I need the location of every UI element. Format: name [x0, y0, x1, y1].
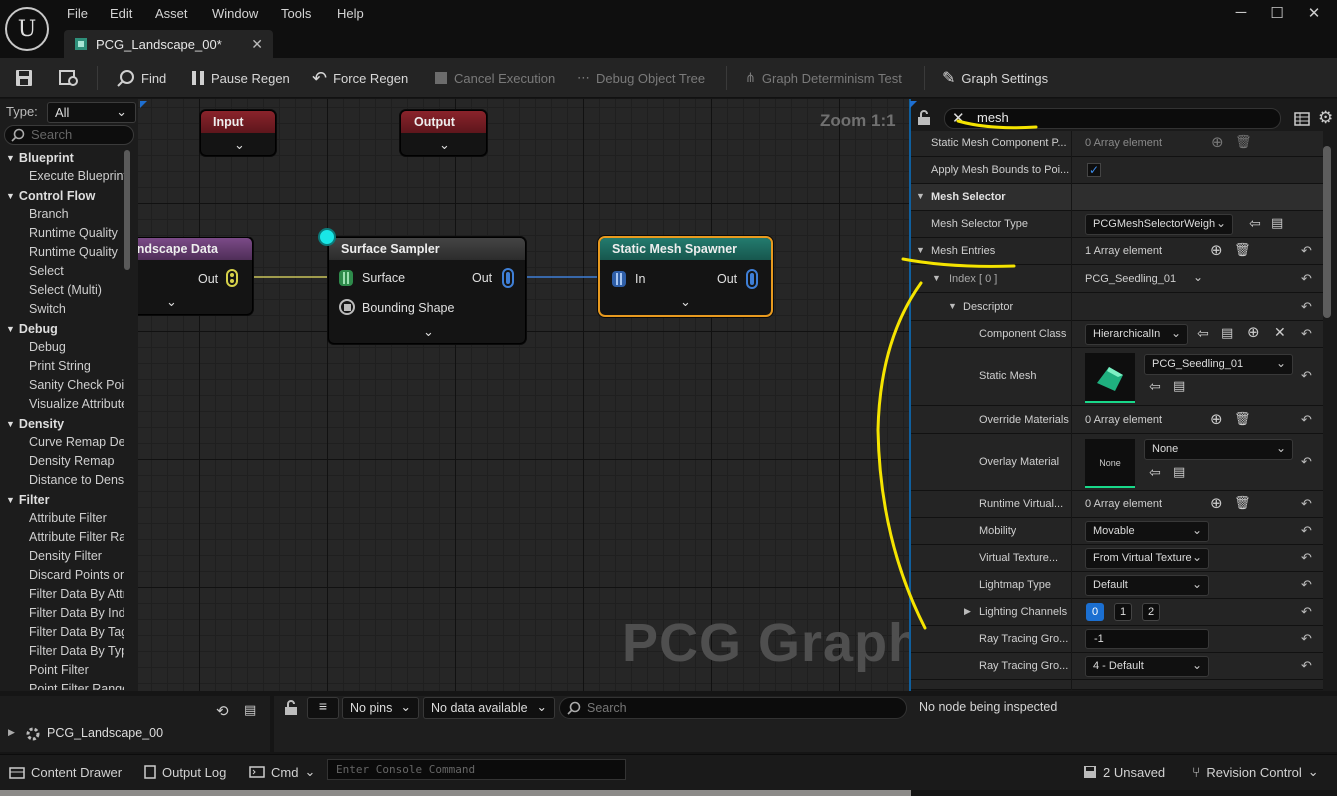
browse-icon[interactable]: ▤: [244, 702, 256, 718]
annotation-underline: [956, 119, 1038, 130]
unsaved-button[interactable]: 2 Unsaved: [1083, 763, 1165, 781]
annotation-layer: [876, 119, 1038, 630]
cmd-dropdown[interactable]: Cmd ⌄: [249, 763, 315, 781]
content-drawer-icon: [9, 767, 25, 779]
inspection-status: No node being inspected: [919, 700, 1058, 714]
annotation-bracket: [876, 281, 927, 630]
output-log-label: Output Log: [162, 764, 227, 780]
chevron-down-icon: ⌄: [1307, 764, 1319, 779]
gear-small-icon: [25, 726, 41, 742]
pins-dropdown[interactable]: No pins ⌄: [342, 697, 419, 719]
content-drawer-button[interactable]: Content Drawer: [9, 763, 122, 781]
lock-icon[interactable]: [283, 700, 299, 716]
output-log-icon: [144, 765, 156, 779]
chevron-down-icon: ⌄: [304, 764, 316, 779]
pins-value: No pins: [350, 701, 393, 715]
debug-search-input[interactable]: Search: [559, 697, 907, 719]
chevron-down-icon: ⌄: [536, 700, 547, 714]
search-icon: [567, 701, 581, 715]
unsaved-icon: [1084, 766, 1096, 778]
unsaved-label: 2 Unsaved: [1103, 764, 1166, 780]
desktop-strip: [0, 790, 911, 796]
sync-icon[interactable]: ⟲: [216, 702, 229, 720]
outliner-item[interactable]: PCG_Landscape_00: [47, 726, 163, 740]
output-log-button[interactable]: Output Log: [144, 763, 226, 781]
console-input[interactable]: Enter Console Command: [327, 759, 626, 780]
cmd-label: Cmd: [271, 764, 299, 780]
filter-icon[interactable]: ≡: [307, 697, 339, 719]
revision-control-icon: ⑂: [1192, 764, 1201, 780]
revision-control-label: Revision Control: [1206, 764, 1302, 780]
debug-search-placeholder: Search: [587, 701, 627, 715]
expand-triangle-icon[interactable]: ▶: [8, 727, 15, 738]
data-dropdown[interactable]: No data available ⌄: [423, 697, 555, 719]
chevron-down-icon: ⌄: [400, 700, 411, 714]
revision-control-button[interactable]: ⑂ Revision Control ⌄: [1192, 763, 1319, 781]
data-value: No data available: [431, 701, 528, 715]
terminal-icon: [249, 766, 265, 778]
outliner-panel: [0, 696, 270, 752]
annotation-underline: [901, 257, 1016, 268]
content-drawer-label: Content Drawer: [31, 764, 123, 780]
